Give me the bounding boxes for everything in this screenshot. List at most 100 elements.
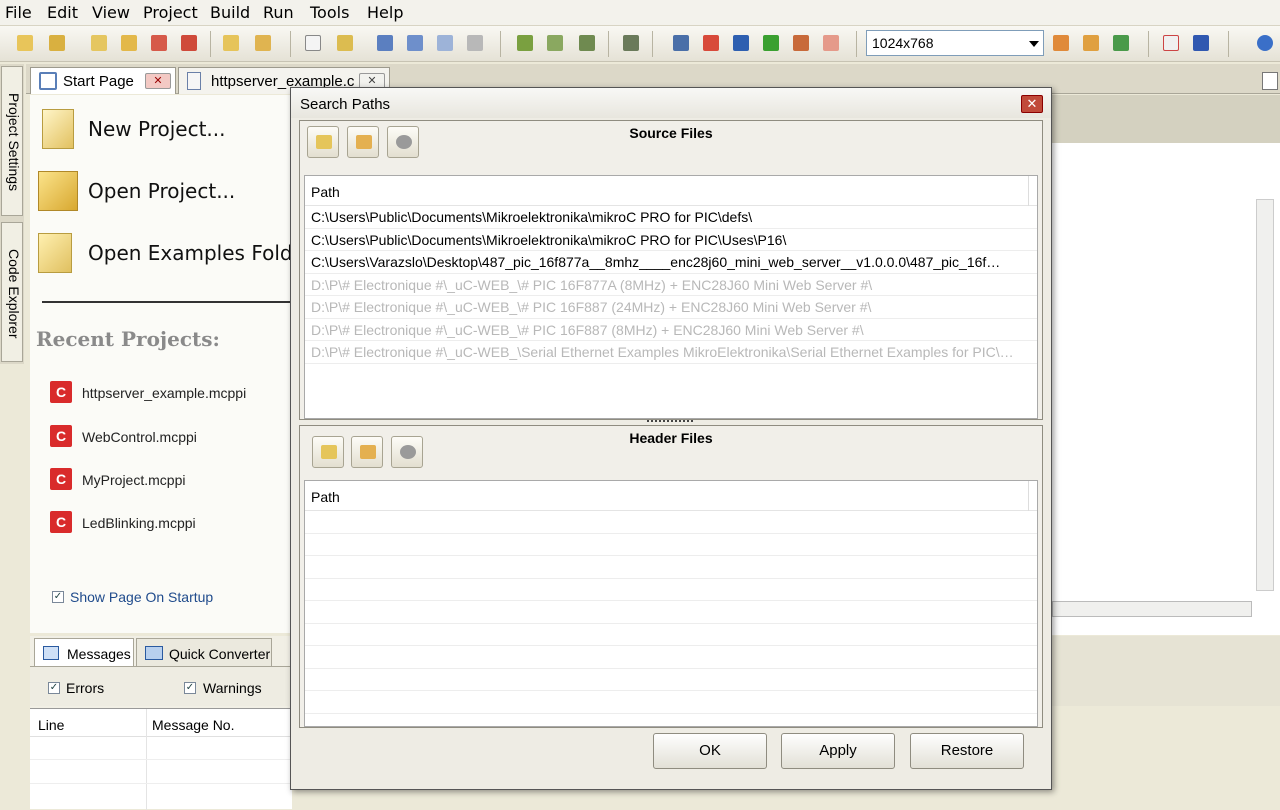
remove-path-button[interactable] [351, 436, 383, 468]
menu-project[interactable]: Project [143, 3, 198, 22]
vertical-scrollbar[interactable] [1256, 199, 1274, 591]
tab-start-page-label: Start Page [63, 73, 134, 90]
path-column-header[interactable]: Path [305, 481, 1037, 511]
tab-project-settings[interactable]: Project Settings [1, 66, 23, 216]
tab-start-page[interactable]: Start Page ✕ [30, 67, 176, 94]
recent-project-item[interactable]: Chttpserver_example.mcppi [50, 381, 247, 403]
warnings-label: Warnings [203, 680, 262, 696]
menu-run[interactable]: Run [263, 3, 294, 22]
bottom-panel-strip [1052, 636, 1280, 706]
list-item[interactable]: D:\P\# Electronique #\_uC-WEB_\# PIC 16F… [305, 319, 1037, 341]
menu-tools[interactable]: Tools [310, 3, 349, 22]
add-file-icon[interactable] [220, 32, 242, 54]
apply-button[interactable]: Apply [781, 733, 895, 769]
menu-build[interactable]: Build [210, 3, 250, 22]
warnings-checkbox[interactable]: ✓ [184, 682, 196, 694]
list-item[interactable]: C:\Users\Public\Documents\Mikroelektroni… [305, 206, 1037, 229]
errors-checkbox[interactable]: ✓ [48, 682, 60, 694]
save-icon[interactable] [374, 32, 396, 54]
list-item[interactable]: C:\Users\Varazslo\Desktop\487_pic_16f877… [305, 251, 1037, 274]
errors-label: Errors [66, 680, 105, 696]
editor-area [1052, 95, 1280, 635]
open-project-icon[interactable] [46, 32, 68, 54]
recent-project-label: httpserver_example.mcppi [82, 385, 247, 401]
new-file-icon[interactable] [302, 32, 324, 54]
close-icon[interactable]: ✕ [1021, 95, 1043, 113]
recent-project-item[interactable]: C LedBlinking.mcppi [50, 511, 196, 533]
print-icon[interactable] [464, 32, 486, 54]
monitor-icon[interactable] [670, 32, 692, 54]
layout-icon[interactable] [1050, 32, 1072, 54]
remove-project-icon[interactable] [178, 32, 200, 54]
messages-panel: Messages Quick Converter ✓ Errors ✓ Warn… [30, 636, 292, 810]
path-column-header[interactable]: Path [305, 176, 1037, 206]
help-icon[interactable] [760, 32, 782, 54]
new-project-icon[interactable] [14, 32, 36, 54]
open-file-icon[interactable] [334, 32, 356, 54]
open-examples-label: Open Examples Folder [88, 241, 314, 265]
save-project-icon[interactable] [88, 32, 110, 54]
home-icon [39, 72, 57, 90]
menu-edit[interactable]: Edit [47, 3, 78, 22]
remove-file-icon[interactable] [252, 32, 274, 54]
tab-messages[interactable]: Messages [34, 638, 134, 666]
remove-folder-icon [360, 445, 376, 459]
left-margin [0, 368, 30, 809]
column-line[interactable]: Line [38, 717, 64, 733]
tools-icon[interactable] [790, 32, 812, 54]
build-icon[interactable] [514, 32, 536, 54]
build-all-icon[interactable] [544, 32, 566, 54]
add-path-button[interactable] [307, 126, 339, 158]
empty-row [305, 624, 1037, 646]
recent-project-item[interactable]: C MyProject.mcppi [50, 468, 185, 490]
list-item[interactable]: D:\P\# Electronique #\_uC-WEB_\Serial Et… [305, 341, 1037, 364]
empty-row [305, 669, 1037, 691]
restore-button[interactable]: Restore [910, 733, 1024, 769]
print-preview-icon[interactable] [434, 32, 456, 54]
export-icon[interactable] [820, 32, 842, 54]
purge-icon [400, 445, 416, 459]
empty-row [305, 579, 1037, 601]
italic-l-icon[interactable] [1190, 32, 1212, 54]
mikroc-project-icon: C [50, 425, 72, 447]
info-icon[interactable] [1254, 32, 1276, 54]
recent-project-item[interactable]: C WebControl.mcppi [50, 425, 197, 447]
mikroc-project-icon: C [50, 511, 72, 533]
close-project-icon[interactable] [148, 32, 170, 54]
menu-view[interactable]: View [92, 3, 130, 22]
empty-row [305, 691, 1037, 714]
splitter-handle[interactable] [647, 420, 693, 424]
menu-file[interactable]: File [5, 3, 32, 22]
tab-quick-converter-label: Quick Converter [169, 646, 271, 662]
italic-a-icon[interactable] [1160, 32, 1182, 54]
purge-paths-button[interactable] [387, 126, 419, 158]
tab-dropdown-icon[interactable] [1262, 72, 1278, 90]
menu-help[interactable]: Help [367, 3, 403, 22]
layout-edit-icon[interactable] [1080, 32, 1102, 54]
purge-paths-button[interactable] [391, 436, 423, 468]
build-program-icon[interactable] [576, 32, 598, 54]
close-icon[interactable]: ✕ [145, 73, 171, 89]
recent-projects-heading: Recent Projects: [36, 327, 220, 351]
menu-bar: File Edit View Project Build Run Tools H… [0, 0, 1280, 26]
resolution-select[interactable]: 1024x768 [866, 30, 1044, 56]
remove-path-button[interactable] [347, 126, 379, 158]
column-message-no[interactable]: Message No. [152, 717, 234, 733]
programmer-icon[interactable] [620, 32, 642, 54]
add-path-button[interactable] [312, 436, 344, 468]
list-item[interactable]: D:\P\# Electronique #\_uC-WEB_\# PIC 16F… [305, 274, 1037, 296]
list-item[interactable]: C:\Users\Public\Documents\Mikroelektroni… [305, 229, 1037, 251]
ok-button[interactable]: OK [653, 733, 767, 769]
list-item[interactable]: D:\P\# Electronique #\_uC-WEB_\# PIC 16F… [305, 296, 1037, 319]
chart-icon[interactable] [700, 32, 722, 54]
show-on-startup-checkbox[interactable]: ✓ [52, 591, 64, 603]
tab-quick-converter[interactable]: Quick Converter [136, 638, 272, 666]
layout-grid-icon[interactable] [1110, 32, 1132, 54]
divider [42, 301, 292, 303]
tab-code-explorer[interactable]: Code Explorer [1, 222, 23, 362]
font-icon[interactable] [730, 32, 752, 54]
save-all-icon[interactable] [404, 32, 426, 54]
edit-project-icon[interactable] [118, 32, 140, 54]
search-paths-dialog: Search Paths ✕ Source Files Path C:\User… [290, 87, 1052, 790]
horizontal-scrollbar[interactable] [1052, 601, 1252, 617]
